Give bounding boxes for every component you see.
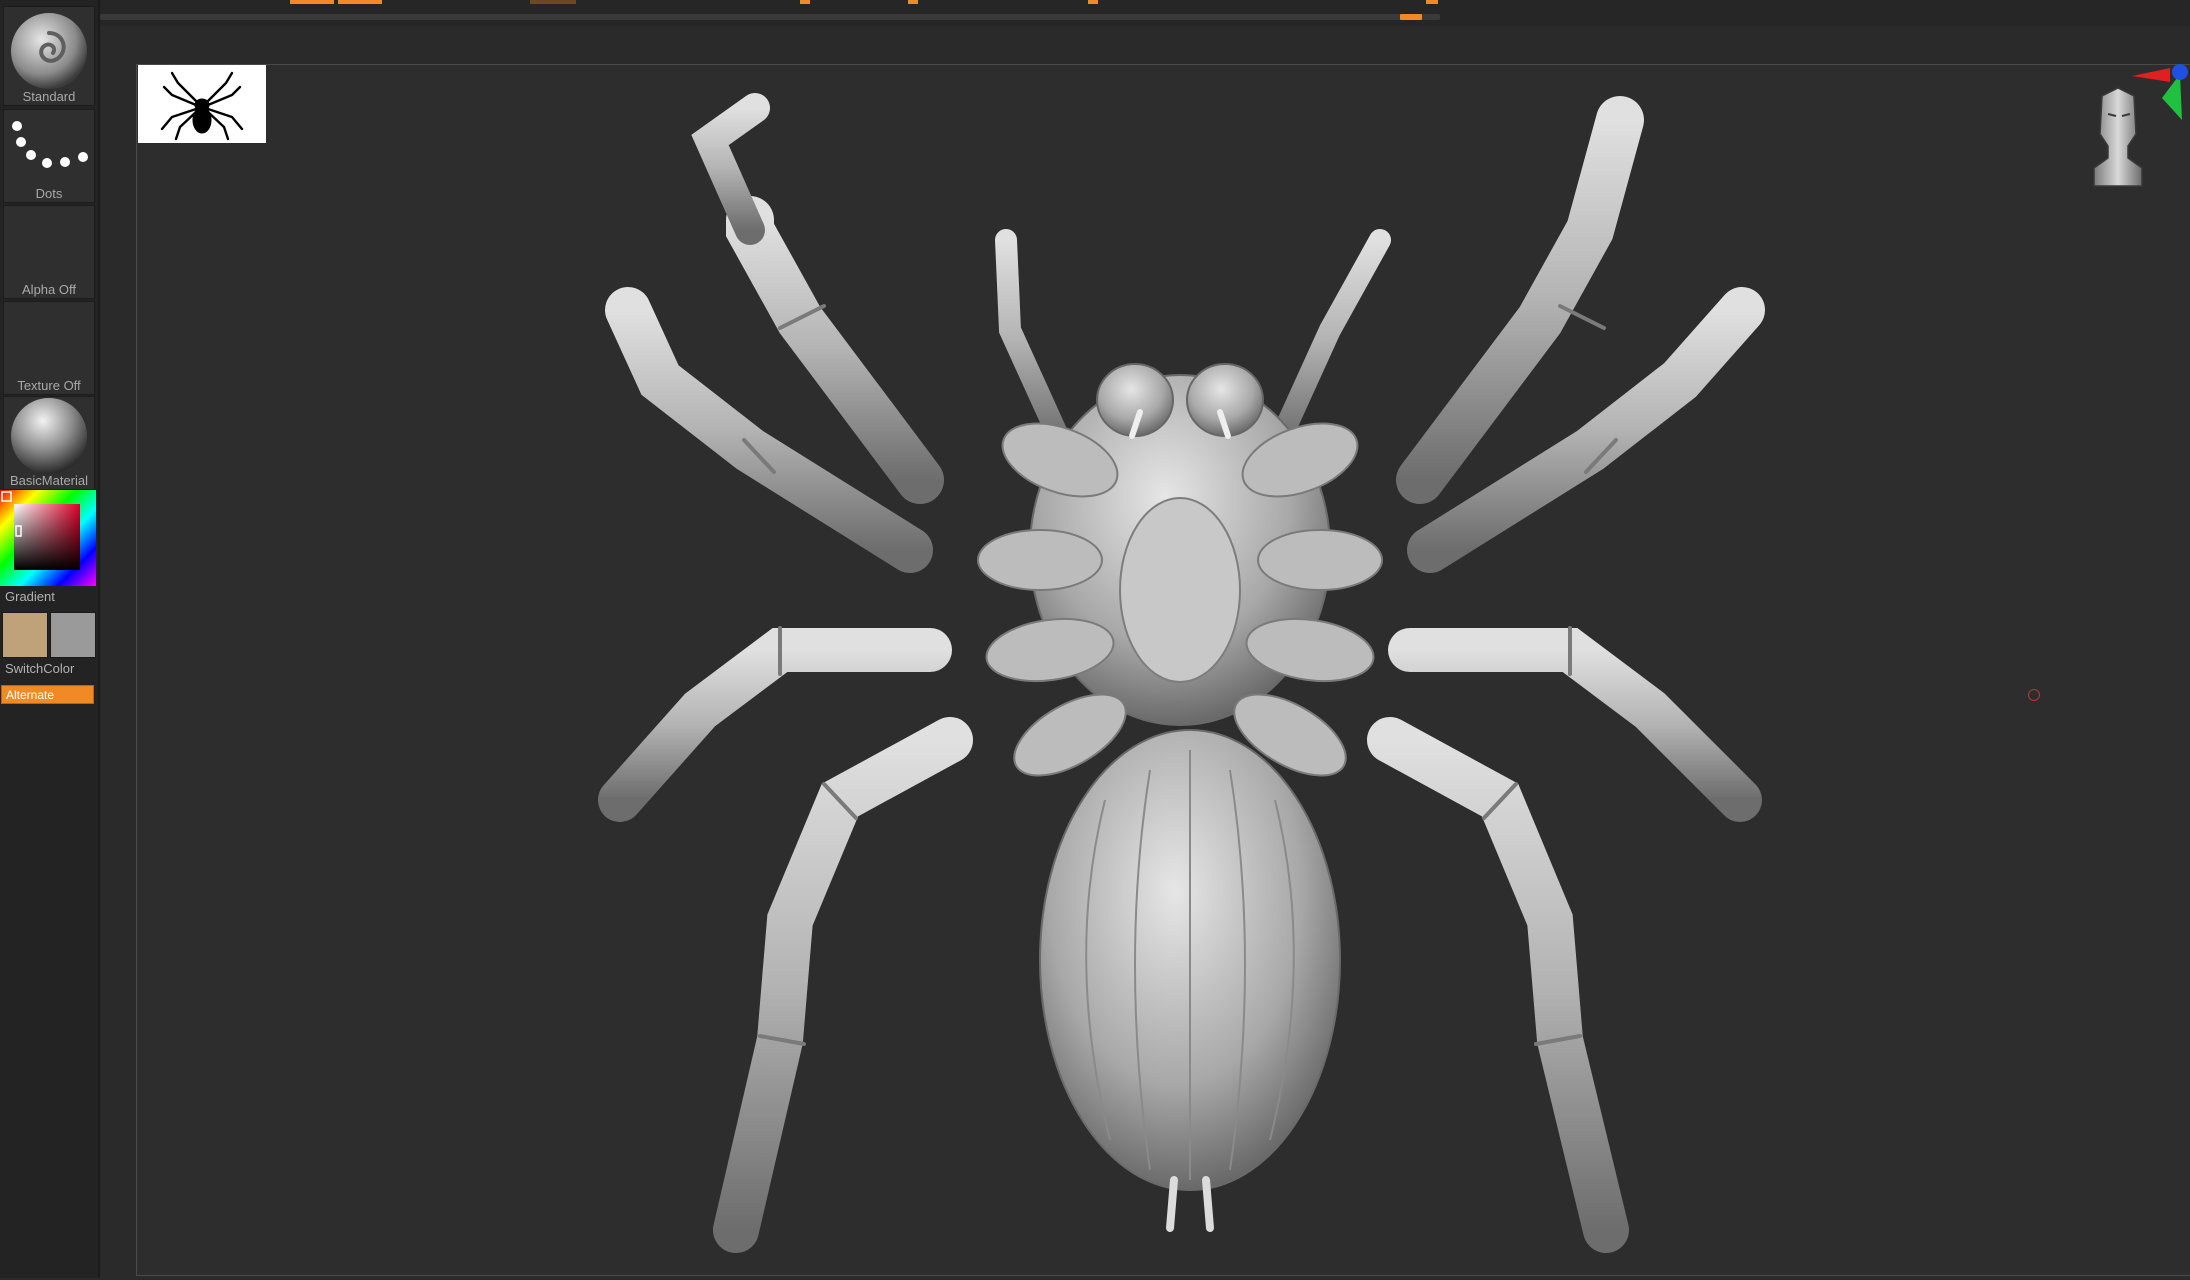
shelf-button-highlight[interactable]	[530, 0, 576, 4]
material-label: BasicMaterial	[9, 473, 89, 488]
alternate-button[interactable]: Alternate	[1, 685, 94, 704]
main-color-swatch[interactable]	[2, 612, 48, 658]
top-shelf-strip	[0, 0, 2190, 26]
dots-stroke-icon	[12, 121, 88, 168]
texture-label: Texture Off	[17, 378, 81, 393]
standard-brush-icon	[11, 13, 87, 89]
slider-marker[interactable]	[1426, 0, 1438, 4]
color-picker-icon[interactable]	[0, 490, 96, 586]
xyz-axis-icon[interactable]	[2130, 60, 2190, 130]
slider-marker[interactable]	[800, 0, 810, 4]
stroke-label: Dots	[35, 186, 63, 201]
brush-cursor-icon	[2028, 689, 2040, 701]
texture-slot[interactable]: Texture Off	[3, 301, 95, 395]
material-sphere-icon	[11, 398, 87, 474]
brush-label: Standard	[22, 89, 76, 104]
secondary-color-swatch[interactable]	[50, 612, 96, 658]
slider-marker[interactable]	[908, 0, 918, 4]
left-tray: Standard Dots Alpha Off Texture Off Basi…	[0, 0, 100, 1278]
reference-image	[138, 65, 266, 143]
spider-sculpt-model[interactable]	[560, 80, 1800, 1280]
shelf-button-highlight[interactable]	[290, 0, 334, 4]
alpha-label: Alpha Off	[22, 282, 76, 297]
shelf-button-highlight[interactable]	[338, 0, 382, 4]
timeline-marker[interactable]	[1400, 14, 1422, 20]
color-swatches	[2, 612, 96, 658]
brush-slot[interactable]: Standard	[3, 6, 95, 106]
stroke-slot[interactable]: Dots	[3, 109, 95, 203]
gradient-label[interactable]: Gradient	[5, 589, 55, 604]
material-slot[interactable]: BasicMaterial	[3, 396, 95, 490]
switch-color-label[interactable]: SwitchColor	[5, 661, 74, 676]
timeline-track[interactable]	[100, 14, 1440, 20]
slider-marker[interactable]	[1088, 0, 1098, 4]
spider-silhouette-icon	[160, 71, 244, 141]
alpha-slot[interactable]: Alpha Off	[3, 205, 95, 299]
